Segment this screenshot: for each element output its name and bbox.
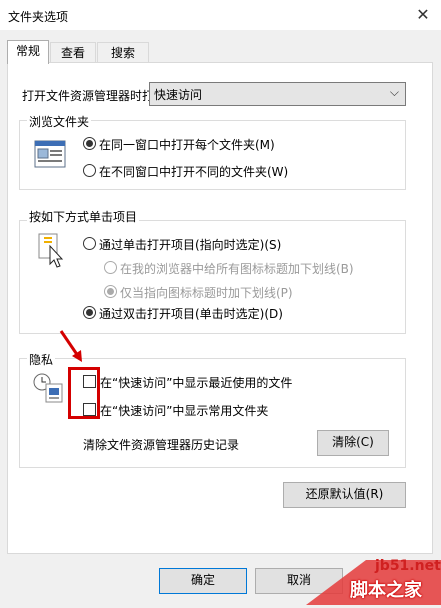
watermark-name: 脚本之家 [350,580,422,601]
click-items-title: 按如下方式单击项目 [27,208,140,225]
tab-general[interactable]: 常规 [7,40,49,64]
same-window-radio[interactable] [83,137,96,150]
restore-defaults-button[interactable]: 还原默认值(R) [283,482,406,508]
tab-search[interactable]: 搜索 [97,42,149,63]
same-window-label[interactable]: 在同一窗口中打开每个文件夹(M) [99,136,275,153]
underline-all-radio [104,261,117,274]
clear-history-label: 清除文件资源管理器历史记录 [83,438,240,452]
highlight-box [68,367,100,419]
underline-point-label: 仅当指向图标标题时加下划线(P) [120,286,293,300]
underline-all-label: 在我的浏览器中给所有图标标题加下划线(B) [120,262,354,276]
clock-documents-icon [32,372,66,407]
close-button[interactable]: ✕ [405,0,441,30]
chevron-down-icon: ⌵ [389,85,399,99]
title-bar: 文件夹选项 ✕ [0,0,441,30]
new-window-radio[interactable] [83,164,96,177]
open-in-select[interactable]: 快速访问 ⌵ [149,82,406,106]
double-click-label[interactable]: 通过双击打开项目(单击时选定)(D) [99,305,283,322]
folder-window-icon [34,139,66,172]
privacy-title: 隐私 [27,351,56,368]
double-click-radio[interactable] [83,306,96,319]
single-click-label[interactable]: 通过单击打开项目(指向时选定)(S) [99,236,281,253]
red-arrow-annotation [58,328,84,367]
new-window-label[interactable]: 在不同窗口中打开不同的文件夹(W) [99,163,288,180]
watermark-site: jb51.net [375,558,441,574]
open-in-label: 打开文件资源管理器时打 [22,89,155,103]
window-title: 文件夹选项 [8,10,69,24]
tab-view[interactable]: 查看 [50,42,96,63]
show-frequent-folders-label[interactable]: 在“快速访问”中显示常用文件夹 [100,402,268,419]
browse-folders-title: 浏览文件夹 [27,113,92,130]
show-recent-files-label[interactable]: 在“快速访问”中显示最近使用的文件 [100,374,292,391]
open-in-value: 快速访问 [154,88,203,102]
single-click-radio[interactable] [83,237,96,250]
ok-button[interactable]: 确定 [159,568,247,594]
cursor-click-icon [38,232,66,271]
underline-point-radio [104,285,117,298]
clear-button[interactable]: 清除(C) [317,430,389,456]
